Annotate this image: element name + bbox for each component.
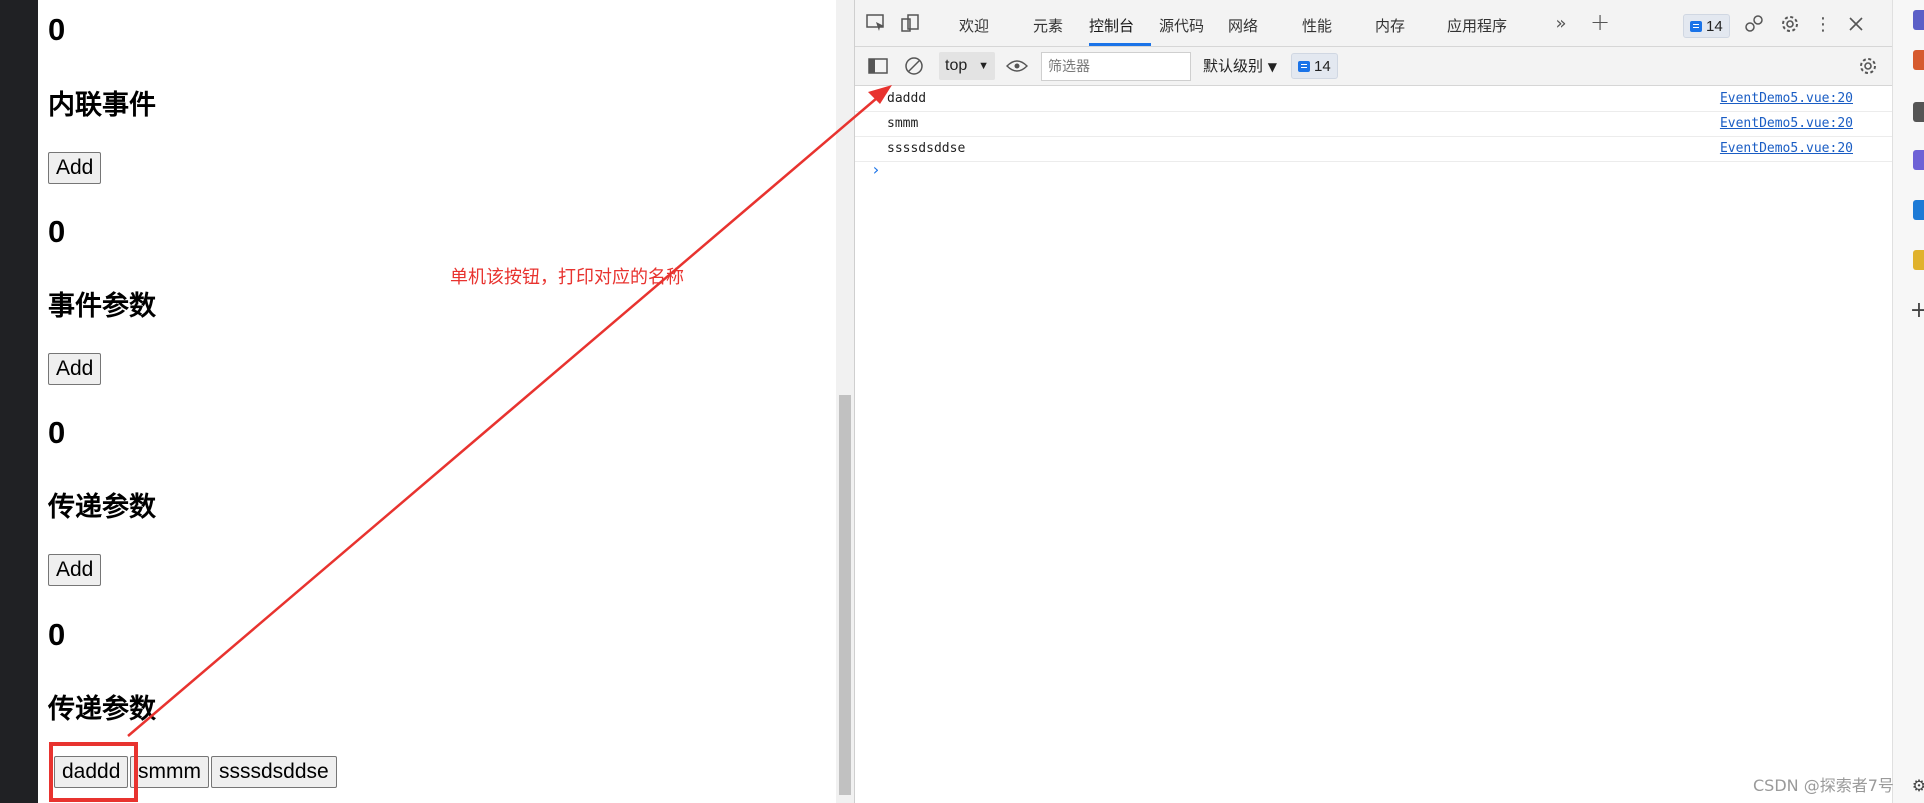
log-message: ssssdsddse <box>887 141 966 156</box>
section-title: 内联事件 <box>48 90 156 121</box>
settings-gear-icon[interactable] <box>1779 13 1801 35</box>
chevron-down-icon: ▼ <box>978 60 989 72</box>
issues-badge[interactable]: 14 <box>1683 14 1730 38</box>
console-prompt-chevron-icon[interactable]: › <box>871 160 881 179</box>
tab-application[interactable]: 应用程序 <box>1447 0 1507 46</box>
device-toolbar-icon[interactable] <box>899 13 921 33</box>
message-count: 14 <box>1314 57 1331 75</box>
sidebar-toggle-icon[interactable] <box>867 55 889 77</box>
counter-value: 0 <box>48 12 66 47</box>
watermark: CSDN @探索者7号 <box>1753 776 1894 795</box>
console-log-row: smmm EventDemo5.vue:20 <box>855 112 1893 137</box>
log-source-link[interactable]: EventDemo5.vue:20 <box>1720 116 1853 131</box>
context-select[interactable]: top ▼ <box>939 52 995 80</box>
page-scrollbar[interactable] <box>836 0 854 803</box>
log-message: smmm <box>887 116 919 131</box>
connection-icon[interactable] <box>1743 14 1765 34</box>
issues-count: 14 <box>1706 17 1723 35</box>
counter-value: 0 <box>48 415 66 450</box>
sidebar-settings-gear-icon[interactable]: ⚙ <box>1911 775 1924 795</box>
shopping-bag-icon[interactable] <box>1913 50 1924 70</box>
section-title: 传递参数 <box>48 694 156 725</box>
message-icon <box>1690 20 1702 32</box>
drive-icon[interactable] <box>1913 250 1924 270</box>
add-button[interactable]: Add <box>48 554 102 586</box>
add-tab-icon[interactable]: + <box>1589 8 1611 36</box>
name-button-ssssdsddse[interactable]: ssssdsddse <box>211 756 337 788</box>
close-icon[interactable] <box>1845 13 1867 35</box>
tab-memory[interactable]: 内存 <box>1375 0 1405 46</box>
scrollbar-thumb[interactable] <box>839 395 851 795</box>
browser-right-sidebar: + ⚙ <box>1892 0 1924 803</box>
console-toolbar: top ▼ 默认级别 ▼ 14 <box>855 47 1893 86</box>
add-button[interactable]: Add <box>48 152 102 184</box>
section-title: 事件参数 <box>48 291 156 322</box>
tab-performance[interactable]: 性能 <box>1302 0 1332 46</box>
counter-value: 0 <box>48 617 66 652</box>
devtools-panel: 欢迎 元素 控制台 源代码 网络 性能 内存 应用程序 » + 14 ⋮ top… <box>854 0 1893 803</box>
copilot-icon[interactable] <box>1913 150 1924 170</box>
log-level-value: 默认级别 <box>1203 57 1264 75</box>
page-content: 0 内联事件 Add 0 事件参数 Add 0 传递参数 Add 0 传递参数 … <box>38 0 836 803</box>
annotation-label: 单机该按钮，打印对应的名称 <box>450 267 684 288</box>
section-title: 传递参数 <box>48 492 156 523</box>
sidebar-app-icon[interactable] <box>1913 10 1924 30</box>
tab-console[interactable]: 控制台 <box>1089 0 1151 46</box>
console-settings-gear-icon[interactable] <box>1857 55 1879 77</box>
tab-network[interactable]: 网络 <box>1228 0 1258 46</box>
log-source-link[interactable]: EventDemo5.vue:20 <box>1720 91 1853 106</box>
message-count-badge[interactable]: 14 <box>1291 53 1338 79</box>
counter-value: 0 <box>48 214 66 249</box>
message-icon <box>1298 60 1310 72</box>
context-select-value: top <box>945 57 968 74</box>
tab-sources[interactable]: 源代码 <box>1159 0 1204 46</box>
chess-piece-icon[interactable] <box>1913 102 1924 122</box>
browser-left-edge <box>0 0 38 803</box>
devtools-tabbar: 欢迎 元素 控制台 源代码 网络 性能 内存 应用程序 » + 14 ⋮ <box>855 0 1893 47</box>
live-expression-eye-icon[interactable] <box>1005 55 1029 77</box>
log-source-link[interactable]: EventDemo5.vue:20 <box>1720 141 1853 156</box>
filter-input[interactable] <box>1041 52 1191 81</box>
inspect-element-icon[interactable] <box>865 13 887 33</box>
more-tabs-icon[interactable]: » <box>1551 13 1571 34</box>
console-log-row: ssssdsddse EventDemo5.vue:20 <box>855 137 1893 162</box>
console-log-row: daddd EventDemo5.vue:20 <box>855 87 1893 112</box>
tab-elements[interactable]: 元素 <box>1033 0 1063 46</box>
add-sidebar-item-icon[interactable]: + <box>1910 298 1924 323</box>
chevron-down-icon: ▼ <box>1267 60 1278 74</box>
log-level-select[interactable]: 默认级别 ▼ <box>1203 52 1277 80</box>
more-options-icon[interactable]: ⋮ <box>1814 13 1832 35</box>
annotation-highlight-box <box>49 742 138 802</box>
log-message: daddd <box>887 91 927 106</box>
name-button-smmm[interactable]: smmm <box>130 756 209 788</box>
clear-console-icon[interactable] <box>903 55 925 77</box>
outlook-icon[interactable] <box>1913 200 1924 220</box>
add-button[interactable]: Add <box>48 353 102 385</box>
tab-welcome[interactable]: 欢迎 <box>959 0 989 46</box>
